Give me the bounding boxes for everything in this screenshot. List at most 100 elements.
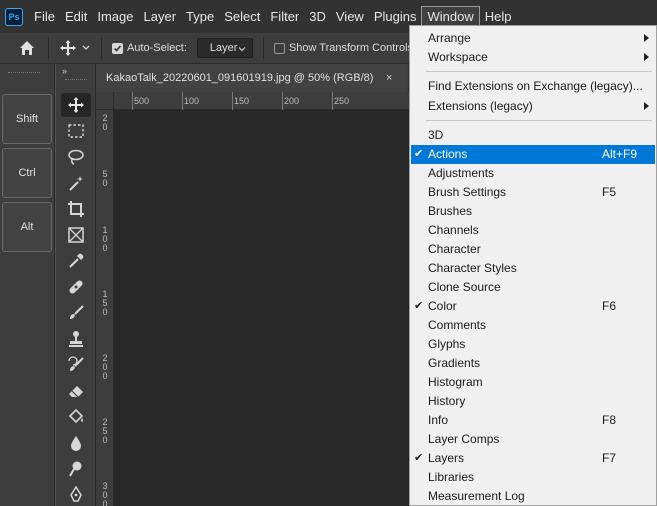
ruler-tick-label: 100 bbox=[184, 96, 200, 106]
show-transform-controls-checkbox[interactable] bbox=[273, 42, 285, 54]
menu-item-actions[interactable]: ✔ Actions Alt+F9 bbox=[411, 145, 655, 164]
menu-item-histogram[interactable]: Histogram bbox=[411, 373, 655, 392]
menu-item-libraries[interactable]: Libraries bbox=[411, 468, 655, 487]
chevron-down-icon bbox=[238, 42, 246, 60]
menu-item-character-styles[interactable]: Character Styles bbox=[411, 259, 655, 278]
menu-item-gradients[interactable]: Gradients bbox=[411, 354, 655, 373]
menu-item-layers[interactable]: ✔ Layers F7 bbox=[411, 449, 655, 468]
submenu-arrow-icon bbox=[644, 53, 649, 61]
blur-tool-icon[interactable] bbox=[61, 431, 91, 455]
menu-filter[interactable]: Filter bbox=[265, 6, 304, 28]
menu-item-measurement-log[interactable]: Measurement Log bbox=[411, 487, 655, 506]
menu-item-glyphs[interactable]: Glyphs bbox=[411, 335, 655, 354]
menu-item-label: Extensions (legacy) bbox=[428, 99, 533, 113]
menu-item-label: Channels bbox=[428, 223, 479, 237]
menu-separator bbox=[426, 120, 652, 121]
menu-item-label: Brush Settings bbox=[428, 185, 507, 199]
vertical-ruler[interactable]: 2 0 5 0 1 0 0 1 5 0 2 0 0 2 5 0 3 0 0 bbox=[96, 110, 114, 506]
menu-item-arrange[interactable]: Arrange bbox=[411, 29, 655, 48]
collapse-panel-icon[interactable]: » bbox=[62, 66, 67, 76]
menu-item-shortcut: F6 bbox=[602, 299, 617, 313]
paint-bucket-tool-icon[interactable] bbox=[61, 405, 91, 429]
eyedropper-tool-icon[interactable] bbox=[61, 249, 91, 273]
menu-view[interactable]: View bbox=[331, 6, 369, 28]
menu-item-character[interactable]: Character bbox=[411, 240, 655, 259]
close-icon[interactable]: × bbox=[386, 64, 392, 92]
document-canvas[interactable] bbox=[114, 110, 414, 506]
auto-select-label: Auto-Select: bbox=[127, 42, 187, 54]
healing-brush-tool-icon[interactable] bbox=[61, 275, 91, 299]
document-tab[interactable]: KakaoTalk_20220601_091601919.jpg @ 50% (… bbox=[96, 64, 408, 92]
home-icon[interactable] bbox=[16, 37, 38, 59]
horizontal-ruler[interactable]: 500 100 150 200 250 bbox=[114, 92, 414, 110]
marquee-tool-icon[interactable] bbox=[61, 119, 91, 143]
menu-item-label: Measurement Log bbox=[428, 489, 525, 503]
frame-tool-icon[interactable] bbox=[61, 223, 91, 247]
crop-tool-icon[interactable] bbox=[61, 197, 91, 221]
menu-item-workspace[interactable]: Workspace bbox=[411, 48, 655, 67]
ruler-tick-label: 5 0 bbox=[102, 169, 108, 188]
divider bbox=[262, 37, 264, 59]
menu-edit[interactable]: Edit bbox=[60, 6, 92, 28]
menu-item-color[interactable]: ✔ Color F6 bbox=[411, 297, 655, 316]
menu-item-brush-settings[interactable]: Brush Settings F5 bbox=[411, 183, 655, 202]
pen-tool-icon[interactable] bbox=[61, 483, 91, 506]
menu-item-label: Brushes bbox=[428, 204, 473, 218]
menu-file[interactable]: File bbox=[29, 6, 60, 28]
menu-type[interactable]: Type bbox=[181, 6, 219, 28]
menu-item-label: Glyphs bbox=[428, 337, 466, 351]
shift-key-button[interactable]: Shift bbox=[2, 94, 52, 144]
alt-key-button[interactable]: Alt bbox=[2, 202, 52, 252]
menu-item-shortcut: Alt+F9 bbox=[602, 147, 638, 161]
lasso-tool-icon[interactable] bbox=[61, 145, 91, 169]
panel-grip[interactable] bbox=[8, 72, 40, 75]
ruler-tick-label: 250 bbox=[334, 96, 350, 106]
move-icon bbox=[60, 40, 76, 56]
menu-item-channels[interactable]: Channels bbox=[411, 221, 655, 240]
chevron-down-icon bbox=[82, 45, 90, 50]
menu-3d[interactable]: 3D bbox=[304, 6, 331, 28]
window-menu-dropdown: Arrange Workspace Find Extensions on Exc… bbox=[409, 25, 657, 506]
menu-item-find-extensions[interactable]: Find Extensions on Exchange (legacy)... bbox=[411, 77, 655, 96]
checkmark-icon: ✔ bbox=[414, 148, 424, 160]
menu-select[interactable]: Select bbox=[219, 6, 265, 28]
menu-item-3d[interactable]: 3D bbox=[411, 126, 655, 145]
menu-item-comments[interactable]: Comments bbox=[411, 316, 655, 335]
menu-item-extensions-legacy[interactable]: Extensions (legacy) bbox=[411, 97, 655, 116]
menu-item-shortcut: F5 bbox=[602, 185, 617, 199]
ruler-tick-label: 150 bbox=[234, 96, 250, 106]
menu-item-label: Character Styles bbox=[428, 261, 517, 275]
menu-item-label: Layer Comps bbox=[428, 432, 500, 446]
brush-tool-icon[interactable] bbox=[61, 301, 91, 325]
menu-item-label: Color bbox=[428, 299, 457, 313]
auto-select-checkbox[interactable] bbox=[112, 42, 123, 54]
history-brush-tool-icon[interactable] bbox=[61, 353, 91, 377]
menu-image[interactable]: Image bbox=[92, 6, 138, 28]
auto-select-target-dropdown[interactable]: Layer bbox=[196, 38, 253, 60]
magic-wand-tool-icon[interactable] bbox=[61, 171, 91, 195]
menu-item-brushes[interactable]: Brushes bbox=[411, 202, 655, 221]
menu-item-label: 3D bbox=[428, 128, 444, 142]
clone-stamp-tool-icon[interactable] bbox=[61, 327, 91, 351]
menu-item-label: Histogram bbox=[428, 375, 483, 389]
menu-item-adjustments[interactable]: Adjustments bbox=[411, 164, 655, 183]
panel-grip[interactable] bbox=[65, 79, 87, 80]
dodge-tool-icon[interactable] bbox=[61, 457, 91, 481]
ruler-tick-label: 3 0 0 bbox=[102, 481, 108, 506]
move-tool-preset-picker[interactable] bbox=[59, 39, 91, 57]
eraser-tool-icon[interactable] bbox=[61, 379, 91, 403]
menu-layer[interactable]: Layer bbox=[139, 6, 182, 28]
menu-item-info[interactable]: Info F8 bbox=[411, 411, 655, 430]
menu-item-layer-comps[interactable]: Layer Comps bbox=[411, 430, 655, 449]
move-tool-icon[interactable] bbox=[61, 93, 91, 117]
show-transform-controls-label: Show Transform Controls bbox=[288, 42, 414, 54]
ruler-origin[interactable] bbox=[96, 92, 114, 110]
menu-item-label: History bbox=[428, 394, 466, 408]
menu-item-label: Clone Source bbox=[428, 280, 501, 294]
checkmark-icon: ✔ bbox=[414, 300, 424, 312]
divider bbox=[48, 37, 49, 59]
menu-item-clone-source[interactable]: Clone Source bbox=[411, 278, 655, 297]
ctrl-key-button[interactable]: Ctrl bbox=[2, 148, 52, 198]
submenu-arrow-icon bbox=[644, 34, 649, 42]
menu-item-history[interactable]: History bbox=[411, 392, 655, 411]
